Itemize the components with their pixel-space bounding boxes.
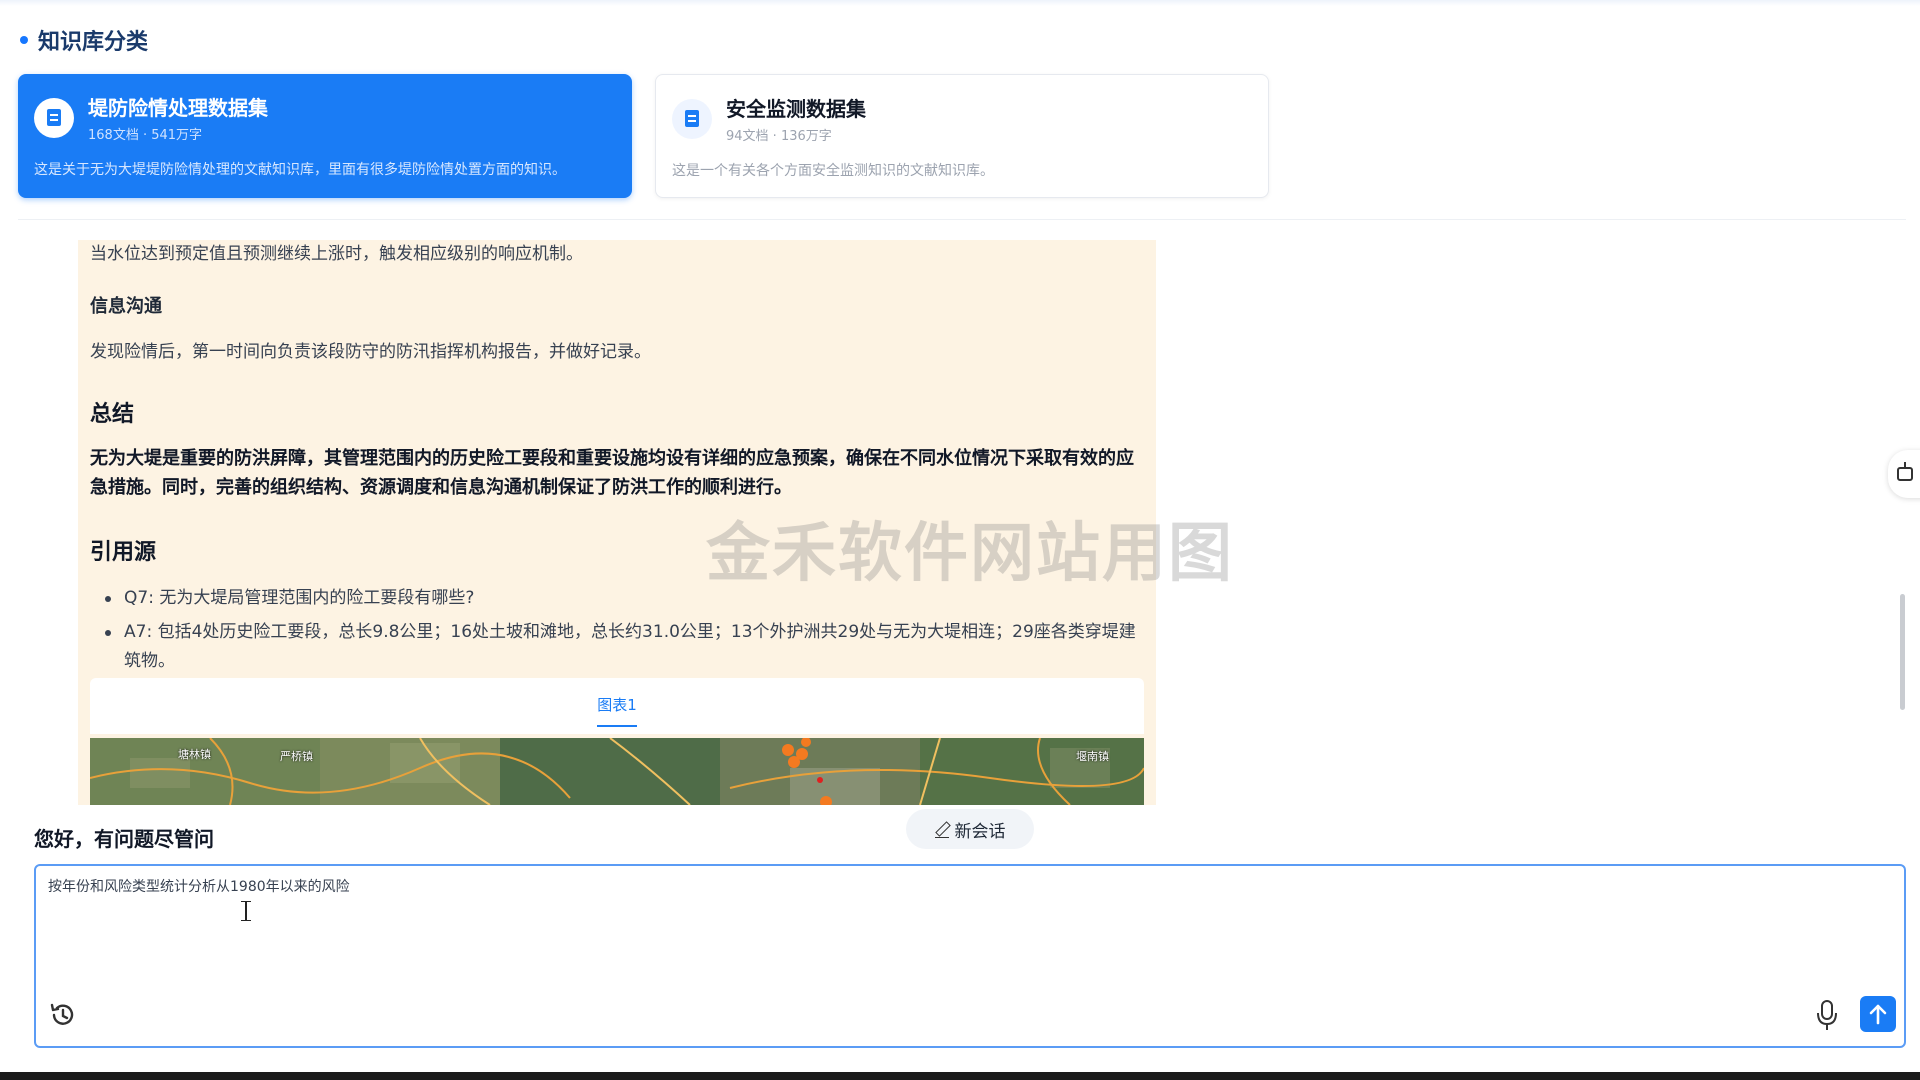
new-chat-label: 新会话 xyxy=(954,821,1006,842)
document-icon xyxy=(672,98,712,139)
pen-icon xyxy=(934,822,949,838)
bullet-dot-icon xyxy=(20,36,28,44)
reference-list: Q7: 无为大堤局管理范围内的险工要段有哪些? A7: 包括4处历史险工要段，总… xyxy=(90,584,1145,681)
card-description: 这是一个有关各个方面安全监测知识的文献知识库。 xyxy=(672,163,994,179)
chat-greeting: 您好，有问题尽管问 xyxy=(34,827,214,851)
card-name: 堤防险情处理数据集 xyxy=(88,96,268,120)
card-meta: 94文档 · 136万字 xyxy=(726,129,832,144)
robot-icon xyxy=(1897,462,1913,481)
new-chat-button[interactable]: 新会话 xyxy=(906,809,1034,849)
answer-heading-summary: 总结 xyxy=(90,402,135,427)
document-icon xyxy=(34,97,74,138)
card-head: 安全监测数据集 94文档 · 136万字 xyxy=(672,93,1252,144)
knowledge-base-header: 知识库分类 xyxy=(20,24,148,56)
answer-summary: 无为大堤是重要的防洪屏障，其管理范围内的历史险工要段和重要设施均设有详细的应急预… xyxy=(90,448,1134,498)
kb-card-levee-dataset[interactable]: 堤防险情处理数据集 168文档 · 541万字 这是关于无为大堤堤防险情处理的文… xyxy=(18,74,632,198)
map-label: 塘林镇 xyxy=(178,748,211,761)
satellite-map[interactable]: 塘林镇 严桥镇 堰南镇 xyxy=(90,738,1144,805)
map-image xyxy=(90,738,1144,805)
watermark: 金禾软件网站用图 xyxy=(706,517,1234,591)
card-name: 安全监测数据集 xyxy=(726,97,866,121)
app-page: 知识库分类 堤防险情处理数据集 168文档 · 541万字 这是关于无为大堤堤防… xyxy=(0,0,1920,1080)
card-head: 堤防险情处理数据集 168文档 · 541万字 xyxy=(34,92,616,143)
card-titles: 堤防险情处理数据集 168文档 · 541万字 xyxy=(88,92,268,143)
chart-tabs: 图表1 xyxy=(90,678,1144,734)
section-divider xyxy=(18,219,1906,220)
kb-card-safety-monitoring-dataset[interactable]: 安全监测数据集 94文档 · 136万字 这是一个有关各个方面安全监测知识的文献… xyxy=(655,74,1269,198)
chat-input-text[interactable]: 按年份和风险类型统计分析从1980年以来的风险 xyxy=(48,876,350,896)
send-arrow-icon xyxy=(1869,1004,1887,1025)
history-icon[interactable] xyxy=(48,1000,78,1030)
answer-paragraph-info: 发现险情后，第一时间向负责该段防守的防汛指挥机构报告，并做好记录。 xyxy=(90,342,651,362)
answer-heading-refs: 引用源 xyxy=(90,540,157,565)
send-button[interactable] xyxy=(1860,996,1896,1032)
card-description: 这是关于无为大堤堤防险情处理的文献知识库，里面有很多堤防险情处置方面的知识。 xyxy=(34,162,566,178)
map-label: 堰南镇 xyxy=(1076,750,1109,763)
page-scrollbar[interactable] xyxy=(1900,594,1905,710)
top-strip xyxy=(0,0,1920,6)
tab-chart-1[interactable]: 图表1 xyxy=(597,694,637,727)
assistant-robot-button[interactable] xyxy=(1888,450,1920,498)
microphone-icon[interactable] xyxy=(1812,998,1842,1032)
map-label: 严桥镇 xyxy=(280,750,313,763)
answer-heading-info: 信息沟通 xyxy=(90,296,162,317)
card-meta: 168文档 · 541万字 xyxy=(88,128,203,143)
card-titles: 安全监测数据集 94文档 · 136万字 xyxy=(726,93,866,144)
knowledge-base-title: 知识库分类 xyxy=(38,30,149,55)
bottom-bar xyxy=(0,1072,1920,1080)
text-cursor-icon xyxy=(241,901,251,921)
reference-item: A7: 包括4处历史险工要段，总长9.8公里；16处土坡和滩地，总长约31.0公… xyxy=(90,618,1145,676)
chat-input-box[interactable]: 按年份和风险类型统计分析从1980年以来的风险 xyxy=(34,864,1906,1048)
answer-paragraph-trigger: 当水位达到预定值且预测继续上涨时，触发相应级别的响应机制。 xyxy=(90,244,583,264)
